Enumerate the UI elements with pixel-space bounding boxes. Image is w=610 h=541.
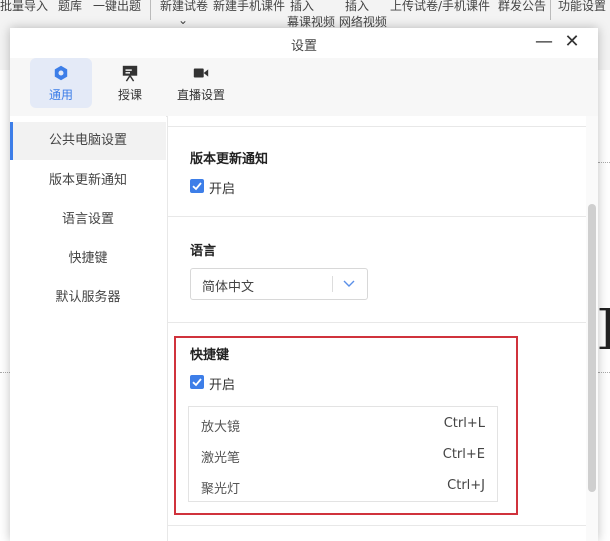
top-navigation: 通用 授课 直播设置: [10, 58, 598, 117]
chevron-down-icon[interactable]: [343, 278, 355, 288]
tab-live-settings[interactable]: 直播设置: [170, 58, 232, 108]
bg-toolbar-item[interactable]: 题库: [58, 0, 82, 14]
scrollbar-thumb[interactable]: [588, 204, 596, 492]
sidebar-item-hotkeys[interactable]: 快捷键: [10, 240, 166, 278]
toolbar-separator: [550, 0, 551, 20]
section-divider: [168, 126, 586, 127]
settings-content: 版本更新通知 开启 语言 简体中文 快捷键 开启 放大镜 Ctrl+L 激光笔 …: [167, 116, 586, 541]
sidebar-item-public-computer[interactable]: 公共电脑设置: [10, 122, 166, 160]
tab-teaching[interactable]: 授课: [102, 58, 158, 108]
tab-label: 授课: [117, 88, 142, 102]
bg-toolbar-item[interactable]: 新建试卷: [160, 0, 208, 14]
minimize-button[interactable]: —: [533, 31, 555, 53]
dialog-titlebar[interactable]: 设置 — ✕: [10, 28, 598, 58]
bg-toolbar-item[interactable]: 插入: [345, 0, 369, 14]
tab-label: 通用: [48, 88, 73, 102]
bg-toolbar-item[interactable]: 功能设置: [558, 0, 606, 14]
section-divider: [168, 216, 586, 217]
checkbox-checked-icon[interactable]: [190, 179, 204, 193]
section-divider: [168, 322, 586, 323]
bg-toolbar-item[interactable]: 批量导入: [0, 0, 48, 14]
settings-dialog: 设置 — ✕ 通用 授课 直播设置 公共电脑设置 版本更新通知 语言设置 快捷键…: [10, 28, 598, 541]
presentation-icon: [122, 65, 138, 82]
sidebar-item-update-notice[interactable]: 版本更新通知: [10, 162, 166, 200]
close-button[interactable]: ✕: [561, 31, 583, 53]
background-guide-line: [598, 162, 610, 163]
tab-general[interactable]: 通用: [30, 58, 92, 108]
bg-toolbar-item[interactable]: 上传试卷/手机课件: [390, 0, 490, 14]
chevron-down-icon[interactable]: ⌄: [178, 13, 188, 27]
settings-sidebar: 公共电脑设置 版本更新通知 语言设置 快捷键 默认服务器: [10, 116, 166, 541]
video-camera-icon: [193, 68, 209, 78]
bg-toolbar-item[interactable]: 群发公告: [498, 0, 546, 14]
toolbar-separator: [150, 0, 151, 20]
language-title: 语言: [190, 244, 217, 259]
update-notice-checkbox-label: 开启: [209, 182, 236, 197]
content-scrollbar[interactable]: [586, 116, 598, 541]
tab-label: 直播设置: [176, 88, 225, 102]
language-select-value: 简体中文: [202, 280, 255, 295]
bg-toolbar-item[interactable]: 新建手机课件: [213, 0, 285, 14]
section-divider: [168, 525, 586, 526]
hotkeys-highlight-box: [174, 336, 518, 515]
sidebar-item-language[interactable]: 语言设置: [10, 201, 166, 239]
update-notice-title: 版本更新通知: [190, 152, 269, 167]
sidebar-item-default-server[interactable]: 默认服务器: [10, 279, 166, 317]
background-document-glyph: ]: [596, 300, 610, 354]
dialog-title: 设置: [290, 39, 317, 54]
background-guide-line: [598, 372, 610, 373]
bg-toolbar-item[interactable]: 插入: [290, 0, 314, 14]
select-divider: [332, 276, 333, 292]
background-guide-line: [0, 372, 10, 373]
gear-icon: [54, 65, 68, 81]
language-select[interactable]: 简体中文: [190, 268, 368, 300]
bg-toolbar-item[interactable]: 一键出题: [93, 0, 141, 14]
